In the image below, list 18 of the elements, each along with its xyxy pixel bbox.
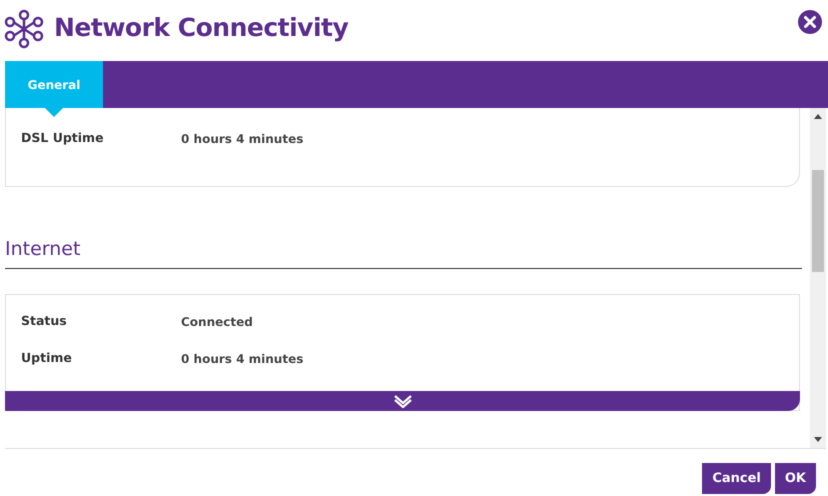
dialog-button[interactable]: OK [774, 463, 816, 494]
scrollbar-thumb[interactable] [812, 170, 824, 272]
field-value: 0 hours 4 minutes [181, 131, 304, 146]
field-label: Status [21, 313, 68, 329]
scrollbar[interactable] [810, 108, 826, 448]
scroll-down-icon[interactable] [814, 437, 822, 442]
field-label: Uptime [21, 350, 73, 366]
field-value: Connected [181, 314, 253, 329]
field-label: DSL Uptime [21, 130, 105, 146]
dialog-button[interactable]: Cancel [702, 463, 771, 494]
chevron-down-icon [392, 394, 412, 408]
close-icon [798, 10, 822, 34]
field-value: 0 hours 4 minutes [181, 351, 304, 366]
close-button[interactable] [798, 10, 822, 34]
scroll-up-icon[interactable] [814, 114, 822, 119]
network-icon [4, 8, 44, 48]
section-heading: Internet [5, 238, 802, 269]
window-title: Network Connectivity [54, 13, 348, 42]
